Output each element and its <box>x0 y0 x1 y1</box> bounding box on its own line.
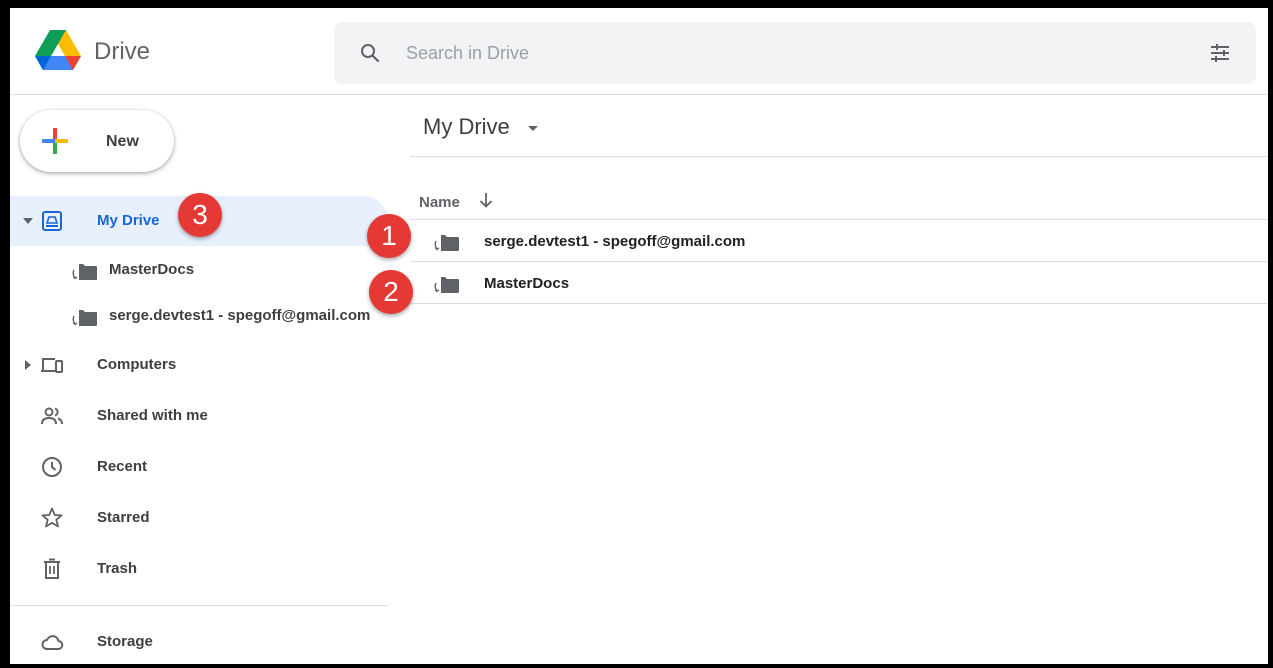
search-options-icon[interactable] <box>1208 41 1232 65</box>
sort-arrow-down-icon[interactable] <box>477 191 495 209</box>
sidebar-item-label: Computers <box>97 356 177 373</box>
drive-logo-icon[interactable] <box>34 28 82 72</box>
location-header: My Drive <box>410 96 1268 157</box>
cloud-icon <box>41 635 64 650</box>
drive-window: Drive Search in Drive New My Drive Maste… <box>10 8 1268 664</box>
my-drive-icon <box>42 211 62 231</box>
annotation-badge-3: 3 <box>178 193 222 237</box>
column-header-row: Name <box>410 158 1268 220</box>
expand-caret-right-icon[interactable] <box>22 359 34 371</box>
search-icon[interactable] <box>358 41 382 65</box>
file-name: serge.devtest1 - spegoff@gmail.com <box>484 233 746 250</box>
sidebar-item-label: Recent <box>97 458 148 475</box>
brand-name[interactable]: Drive <box>94 38 150 66</box>
trash-icon <box>44 558 60 579</box>
sidebar-item-label: Storage <box>97 633 153 650</box>
file-row[interactable]: MasterDocs <box>410 263 1268 304</box>
new-button[interactable]: New <box>20 110 174 172</box>
sidebar-divider <box>10 605 388 606</box>
shared-folder-shortcut-icon <box>432 231 460 253</box>
page-title[interactable]: My Drive <box>423 114 510 140</box>
search-input[interactable] <box>406 22 1166 84</box>
clock-icon <box>42 457 62 477</box>
plus-icon <box>42 128 68 154</box>
sidebar-item-trash[interactable]: Trash <box>10 544 388 594</box>
file-name: MasterDocs <box>484 275 570 292</box>
sidebar-item-label: Trash <box>97 560 138 577</box>
expand-caret-down-icon[interactable] <box>22 215 34 227</box>
sidebar-item-starred[interactable]: Starred <box>10 493 388 543</box>
shared-folder-shortcut-icon <box>70 260 98 282</box>
new-button-label: New <box>106 133 139 150</box>
sidebar-item-label: Shared with me <box>97 407 208 424</box>
sidebar-tree-item-serge-devtest1[interactable]: serge.devtest1 - spegoff@gmail.com <box>70 294 388 338</box>
sidebar-item-label: Starred <box>97 509 150 526</box>
sidebar-tree-item-label: serge.devtest1 - spegoff@gmail.com <box>109 307 371 324</box>
main-content: My Drive Name serge.devtest1 - spegoff@g… <box>410 96 1268 664</box>
annotation-badge-1: 1 <box>367 214 411 258</box>
sidebar-item-computers[interactable]: Computers <box>10 340 388 390</box>
shared-folder-shortcut-icon <box>432 273 460 295</box>
sidebar-item-label: My Drive <box>97 212 160 229</box>
star-icon <box>41 507 63 528</box>
sidebar-item-shared-with-me[interactable]: Shared with me <box>10 391 388 441</box>
annotation-badge-2: 2 <box>369 270 413 314</box>
computers-icon <box>41 358 63 373</box>
shared-folder-shortcut-icon <box>70 306 98 328</box>
chevron-down-icon[interactable] <box>526 123 540 133</box>
shared-icon <box>41 407 63 425</box>
sidebar-tree-item-label: MasterDocs <box>109 261 195 278</box>
sidebar-item-recent[interactable]: Recent <box>10 442 388 492</box>
file-row[interactable]: serge.devtest1 - spegoff@gmail.com <box>410 221 1268 262</box>
top-bar: Drive <box>10 8 1268 95</box>
column-header-name[interactable]: Name <box>419 194 460 211</box>
sidebar: New My Drive MasterDocs serge.devtest1 -… <box>10 96 410 664</box>
search-bar[interactable] <box>334 22 1256 84</box>
sidebar-item-storage[interactable]: Storage <box>10 617 388 664</box>
